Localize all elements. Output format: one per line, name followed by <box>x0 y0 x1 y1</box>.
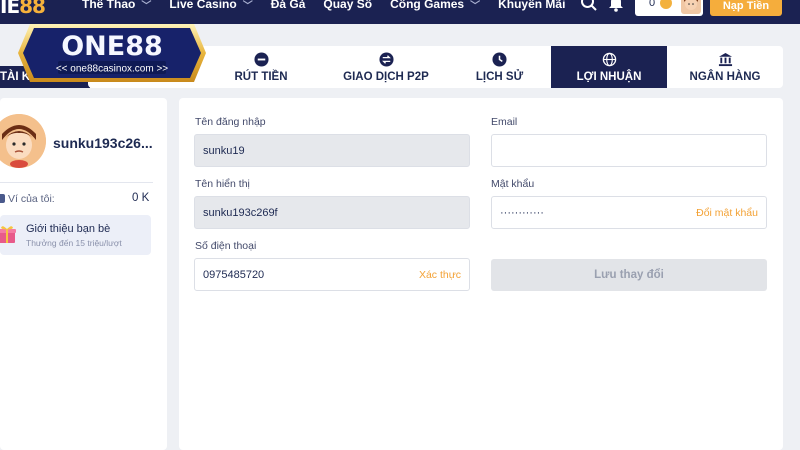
display-name-value: sunku193c269f <box>203 206 278 219</box>
nav-link-khuyen-mai[interactable]: Khuyến Mãi <box>498 0 565 12</box>
minus-circle-icon <box>253 51 269 67</box>
username-display: sunku193c26... <box>53 135 153 151</box>
nav-link-live-casino[interactable]: Live Casino ﹀ <box>169 0 252 12</box>
tab-p2p[interactable]: GIAO DỊCH P2P <box>324 46 448 88</box>
balance-amount: 0 <box>649 0 656 9</box>
wallet-icon <box>0 194 5 203</box>
main-nav-links: Thể Thao ﹀ Live Casino ﹀ Đá Gà Quay Số Cổn… <box>82 0 583 12</box>
logo-url: << one88casinox.com >> <box>56 64 168 75</box>
wallet-label: Ví của tôi: <box>8 193 55 205</box>
referral-subtitle: Thưởng đến 15 triệu/lượt <box>26 238 122 248</box>
deposit-button[interactable]: Nạp Tiền <box>710 0 782 16</box>
nav-link-quay-so[interactable]: Quay Số <box>323 0 372 12</box>
username-label: Tên đăng nhập <box>195 116 266 128</box>
profile-form-panel: Tên đăng nhập sunku19 Email Tên hiển thị… <box>179 98 783 450</box>
nav-link-da-ga[interactable]: Đá Gà <box>271 0 306 12</box>
username-field: sunku19 <box>194 134 470 167</box>
brand-logo[interactable]: IE88 <box>0 0 46 18</box>
balance-display[interactable]: 0 <box>635 0 703 16</box>
tab-profit[interactable]: LỢI NHUẬN <box>551 46 667 88</box>
nav-link-cong-games[interactable]: Cổng Games ﹀ <box>390 0 480 12</box>
phone-value: 0975485720 <box>203 268 265 281</box>
display-name-field: sunku193c269f <box>194 196 470 229</box>
password-value: ············ <box>500 206 544 219</box>
tab-withdraw[interactable]: RÚT TIỀN <box>198 46 324 88</box>
top-nav: IE88 Thể Thao ﹀ Live Casino ﹀ Đá Gà Quay S… <box>0 0 800 24</box>
coin-icon <box>660 0 672 9</box>
verify-phone-link[interactable]: Xác thực <box>419 269 461 281</box>
username-value: sunku19 <box>203 144 245 157</box>
password-field[interactable]: ············ Đổi mật khẩu <box>491 196 767 229</box>
avatar[interactable] <box>0 114 46 168</box>
divider <box>0 182 153 183</box>
gift-icon <box>0 226 16 243</box>
profile-sidebar: sunku193c26... Ví của tôi: 0 K Giới thiệ… <box>0 98 167 450</box>
referral-title: Giới thiệu bạn bè <box>26 223 111 235</box>
logo-name: ONE88 <box>61 31 163 62</box>
save-changes-button[interactable]: Lưu thay đổi <box>491 259 767 291</box>
email-label: Email <box>491 116 518 128</box>
email-field[interactable] <box>491 134 767 167</box>
user-avatar-small[interactable] <box>681 0 701 14</box>
nav-link-the-thao[interactable]: Thể Thao ﹀ <box>82 0 151 12</box>
referral-card[interactable]: Giới thiệu bạn bè Thưởng đến 15 triệu/lư… <box>0 215 151 255</box>
bell-icon[interactable] <box>608 0 624 12</box>
one88-logo-badge: ONE88 << one88casinox.com >> <box>18 24 206 82</box>
display-name-label: Tên hiển thị <box>195 178 250 190</box>
chevron-down-icon: ﹀ <box>242 0 253 12</box>
wallet-value: 0 K <box>132 192 150 204</box>
clock-icon <box>492 51 507 67</box>
chevron-down-icon: ﹀ <box>141 0 152 12</box>
phone-label: Số điện thoại <box>195 240 257 252</box>
phone-field[interactable]: 0975485720 Xác thực <box>194 258 470 291</box>
search-icon[interactable] <box>580 0 598 12</box>
globe-icon <box>602 52 616 66</box>
transfer-icon <box>378 51 394 67</box>
tab-history[interactable]: LỊCH SỬ <box>448 46 551 88</box>
change-password-link[interactable]: Đổi mật khẩu <box>696 207 758 219</box>
password-label: Mật khẩu <box>491 178 535 190</box>
chevron-down-icon: ﹀ <box>470 0 481 12</box>
bank-icon <box>718 52 732 66</box>
tab-bank[interactable]: NGÂN HÀNG <box>667 46 783 88</box>
